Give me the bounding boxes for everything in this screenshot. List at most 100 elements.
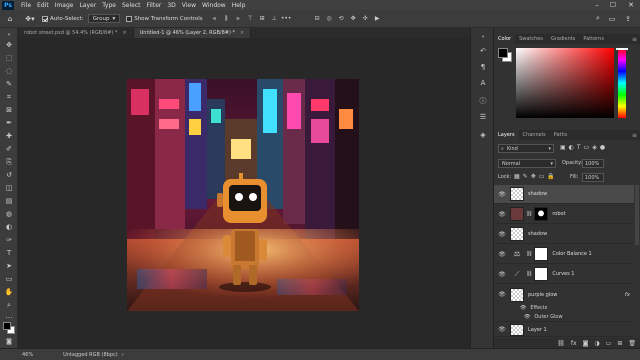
- panel-menu-icon[interactable]: ≡: [632, 34, 637, 44]
- menu-filter[interactable]: Filter: [144, 2, 165, 9]
- layer-name[interactable]: shadow: [528, 191, 547, 197]
- gradient-tool-icon[interactable]: ▤: [3, 196, 15, 206]
- tab-gradients[interactable]: Gradients: [547, 34, 579, 44]
- foreground-color-swatch[interactable]: [3, 322, 11, 330]
- lock-icons[interactable]: ▦✎✥▭🔒: [514, 173, 558, 180]
- crop-tool-icon[interactable]: ⌗: [3, 92, 15, 102]
- layer-mask-thumbnail[interactable]: [534, 247, 549, 261]
- zoom-level[interactable]: 46%: [22, 352, 33, 358]
- expand-dock-icon[interactable]: «: [477, 32, 489, 42]
- history-brush-tool-icon[interactable]: ↺: [3, 170, 15, 180]
- fill-input[interactable]: 100%: [582, 173, 604, 182]
- layer-row[interactable]: 👁 shadow: [494, 225, 634, 244]
- close-tab-icon[interactable]: ×: [122, 30, 126, 36]
- zoom-tool-icon[interactable]: ⌕: [3, 300, 15, 310]
- layer-filter-icons[interactable]: ▣◐T▭◈●: [560, 144, 608, 151]
- blur-tool-icon[interactable]: ◍: [3, 209, 15, 219]
- layer-fx-badge[interactable]: fx: [625, 292, 630, 298]
- visibility-eye-icon[interactable]: 👁: [497, 191, 507, 198]
- layer-filter-dropdown[interactable]: ⌕ Kind ▾: [498, 144, 554, 153]
- move-tool-preset-icon[interactable]: ✥▾: [24, 13, 36, 25]
- tab-paths[interactable]: Paths: [550, 130, 572, 140]
- visibility-eye-icon[interactable]: 👁: [497, 231, 507, 238]
- lasso-tool-icon[interactable]: ◌: [3, 66, 15, 76]
- show-transform-checkbox[interactable]: Show Transform Controls: [126, 15, 203, 22]
- document-info[interactable]: Untagged RGB (8bpc): [63, 352, 118, 358]
- mask-link-icon[interactable]: ⛓: [526, 211, 532, 217]
- move-tool-icon[interactable]: ✥: [3, 40, 15, 50]
- eraser-tool-icon[interactable]: ◫: [3, 183, 15, 193]
- pen-tool-icon[interactable]: ✑: [3, 235, 15, 245]
- hue-slider[interactable]: [618, 48, 626, 118]
- menu-type[interactable]: Type: [99, 2, 119, 9]
- more-tools-icon[interactable]: …: [3, 311, 15, 321]
- effect-eye-icon[interactable]: 👁: [524, 314, 530, 320]
- add-style-icon[interactable]: fx: [571, 340, 577, 347]
- hue-slider-handle[interactable]: [616, 48, 628, 50]
- align-bottom-icon[interactable]: ⊥: [271, 15, 278, 22]
- video-icon[interactable]: ▶: [374, 15, 381, 22]
- layer-row[interactable]: 👁 ⚖ ⛓ Color Balance 1: [494, 245, 634, 264]
- effect-row[interactable]: 👁 Outer Glow: [494, 312, 634, 322]
- tab-swatches[interactable]: Swatches: [515, 34, 547, 44]
- layer-mask-thumbnail[interactable]: [534, 207, 549, 221]
- quick-mask-icon[interactable]: ◙: [3, 336, 15, 346]
- effects-eye-icon[interactable]: 👁: [520, 305, 526, 311]
- menu-file[interactable]: File: [18, 2, 34, 9]
- menu-help[interactable]: Help: [229, 2, 249, 9]
- search-icon[interactable]: ⌕: [592, 13, 604, 25]
- quick-select-tool-icon[interactable]: ✎: [3, 79, 15, 89]
- visibility-eye-icon[interactable]: 👁: [497, 251, 507, 258]
- tab-color[interactable]: Color: [494, 34, 516, 44]
- align-middle-icon[interactable]: ⊞: [259, 15, 266, 22]
- character-icon[interactable]: A: [477, 78, 489, 88]
- mask-link-icon[interactable]: ⛓: [526, 251, 532, 257]
- menu-3d[interactable]: 3D: [164, 2, 178, 9]
- 3d-rotate-icon[interactable]: ⟲: [338, 15, 345, 22]
- link-layers-icon[interactable]: ⛓: [557, 340, 565, 347]
- tab-patterns[interactable]: Patterns: [579, 34, 608, 44]
- new-group-icon[interactable]: ▭: [606, 340, 612, 347]
- rectangle-tool-icon[interactable]: ▭: [3, 274, 15, 284]
- layer-row[interactable]: 👁 ⛓ robot: [494, 205, 634, 224]
- canvas-area[interactable]: [18, 38, 470, 348]
- history-icon[interactable]: ↶: [477, 46, 489, 56]
- trash-icon[interactable]: 🗑: [628, 340, 636, 347]
- layer-name[interactable]: shadow: [528, 231, 547, 237]
- layer-name[interactable]: Layer 1: [528, 327, 547, 333]
- menu-image[interactable]: Image: [52, 2, 77, 9]
- eyedropper-tool-icon[interactable]: ✒: [3, 118, 15, 128]
- 3d-pan-icon[interactable]: ✥: [350, 15, 357, 22]
- color-foreground-swatch[interactable]: [498, 48, 508, 58]
- visibility-eye-icon[interactable]: 👁: [497, 211, 507, 218]
- close-window-button[interactable]: ✕: [624, 0, 638, 10]
- more-options-icon[interactable]: •••: [281, 15, 292, 22]
- layer-row[interactable]: 👁 shadow: [494, 185, 634, 204]
- home-icon[interactable]: ⌂: [4, 13, 16, 25]
- maximize-button[interactable]: ☐: [606, 0, 620, 10]
- document-canvas[interactable]: [127, 79, 359, 311]
- menu-edit[interactable]: Edit: [34, 2, 52, 9]
- layer-mask-thumbnail[interactable]: [534, 267, 549, 281]
- menu-window[interactable]: Window: [199, 2, 229, 9]
- visibility-eye-icon[interactable]: 👁: [497, 291, 507, 298]
- chevron-right-icon[interactable]: ›: [122, 352, 124, 358]
- path-select-tool-icon[interactable]: ➤: [3, 261, 15, 271]
- layer-name[interactable]: purple glow: [528, 292, 557, 298]
- align-right-icon[interactable]: ⫸: [235, 15, 242, 22]
- 3d-mode-icon[interactable]: ◎: [326, 15, 333, 22]
- menu-select[interactable]: Select: [119, 2, 144, 9]
- new-layer-icon[interactable]: ⊞: [617, 340, 622, 347]
- distribute-icon[interactable]: ⊟: [314, 15, 321, 22]
- align-left-icon[interactable]: ⫷: [211, 15, 218, 22]
- paragraph-icon[interactable]: ¶: [477, 62, 489, 72]
- new-adjustment-icon[interactable]: ◑: [594, 340, 599, 347]
- close-tab-icon[interactable]: ×: [240, 30, 244, 36]
- add-mask-icon[interactable]: ◙: [583, 340, 589, 347]
- blend-mode-dropdown[interactable]: Normal ▾: [498, 159, 556, 168]
- mask-link-icon[interactable]: ⛓: [526, 271, 532, 277]
- healing-brush-tool-icon[interactable]: ✚: [3, 131, 15, 141]
- marquee-tool-icon[interactable]: ⬚: [3, 53, 15, 63]
- visibility-eye-icon[interactable]: 👁: [497, 326, 507, 333]
- frame-tool-icon[interactable]: ⊠: [3, 105, 15, 115]
